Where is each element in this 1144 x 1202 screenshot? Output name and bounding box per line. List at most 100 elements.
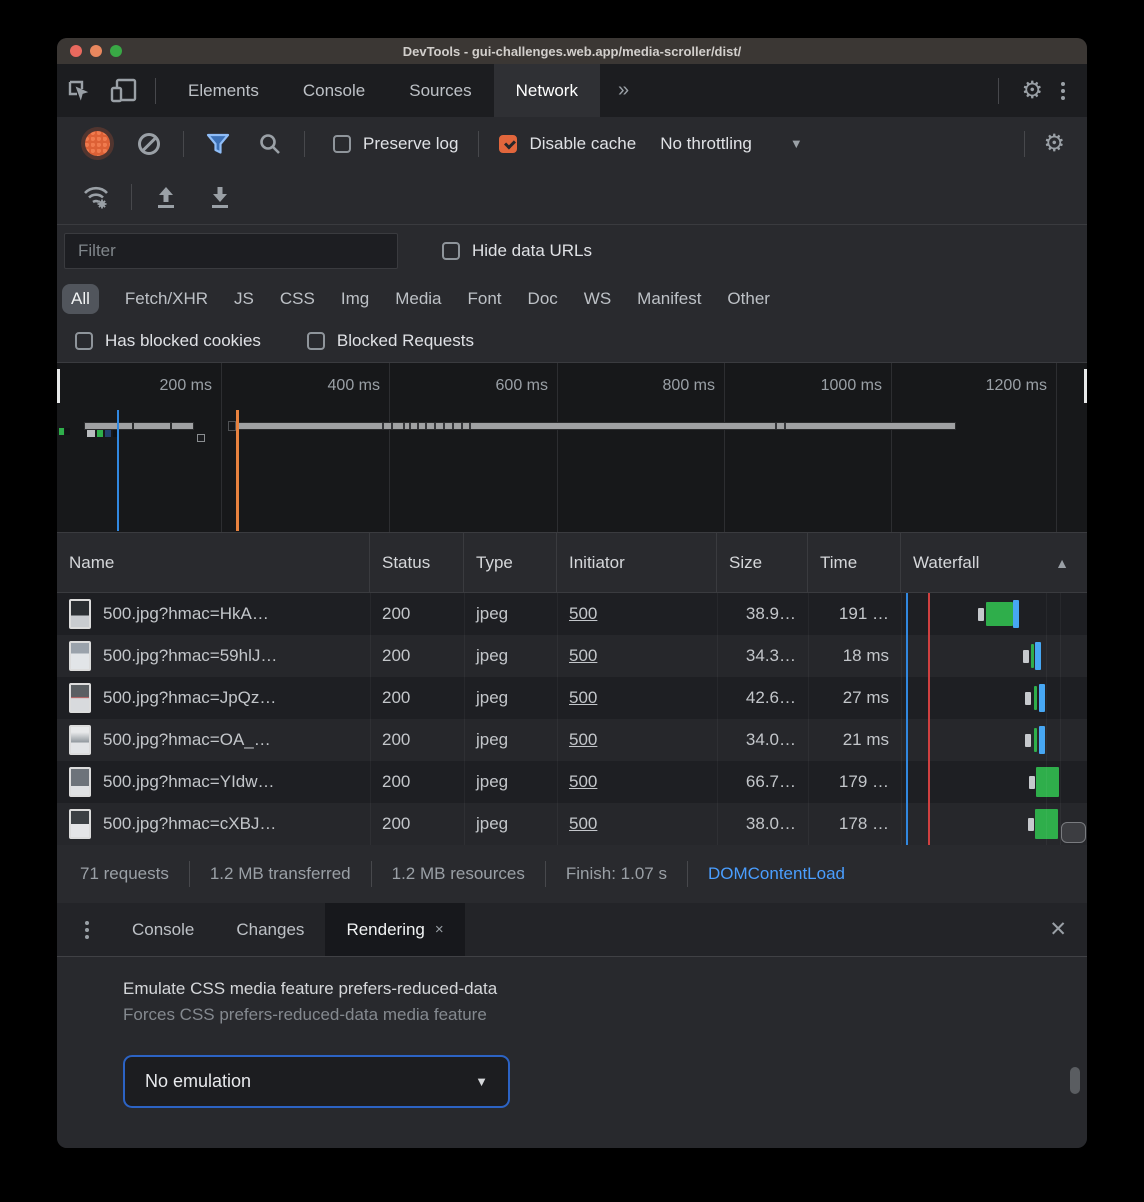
overview-activity-bar: [228, 422, 956, 430]
request-row[interactable]: 500.jpg?hmac=59hlJ…200jpeg50034.3…18 ms: [57, 635, 1087, 677]
prefers-reduced-data-select[interactable]: No emulation ▼: [123, 1055, 510, 1108]
column-header-type[interactable]: Type: [464, 533, 557, 592]
column-header-status[interactable]: Status: [370, 533, 464, 592]
filter-chip-doc[interactable]: Doc: [528, 289, 558, 309]
initiator-link[interactable]: 500: [569, 688, 597, 708]
waterfall-blue-bar: [1039, 726, 1045, 754]
throttling-dropdown[interactable]: No throttling ▼: [650, 134, 817, 154]
network-overview-timeline[interactable]: 200 ms400 ms600 ms800 ms1000 ms1200 ms: [57, 363, 1087, 533]
hide-data-urls-checkbox[interactable]: [442, 242, 460, 260]
close-tab-icon[interactable]: ×: [435, 921, 444, 938]
customize-devtools-icon[interactable]: [1057, 78, 1069, 104]
cell-name: 500.jpg?hmac=59hlJ…: [57, 635, 370, 677]
close-drawer-icon[interactable]: ✕: [1049, 917, 1067, 942]
column-header-time[interactable]: Time: [808, 533, 901, 592]
blocked-requests-toggle[interactable]: Blocked Requests: [293, 331, 488, 351]
device-toolbar-icon[interactable]: [101, 64, 145, 117]
export-har-icon[interactable]: [200, 184, 240, 210]
tab-sources[interactable]: Sources: [387, 64, 493, 117]
overview-bar-tick: [409, 423, 411, 429]
network-conditions-icon[interactable]: [77, 183, 117, 211]
tab-elements[interactable]: Elements: [166, 64, 281, 117]
cell-type: jpeg: [464, 677, 557, 719]
drawer-tab-rendering[interactable]: Rendering×: [325, 903, 464, 956]
network-settings-gear-icon[interactable]: ⚙: [1043, 132, 1065, 156]
overview-range-handle[interactable]: [1084, 369, 1087, 403]
filter-funnel-icon[interactable]: [198, 132, 238, 156]
cell-time: 179 …: [808, 761, 901, 803]
disable-cache-toggle[interactable]: Disable cache: [485, 134, 650, 154]
overview-tick-label: 200 ms: [160, 377, 221, 395]
rendering-scrollbar-thumb[interactable]: [1070, 1067, 1080, 1094]
divider: [131, 184, 132, 210]
maximize-window-button[interactable]: [110, 45, 122, 57]
blocked-requests-checkbox[interactable]: [307, 332, 325, 350]
clear-network-log-icon[interactable]: [129, 133, 169, 155]
table-scrollbar-thumb[interactable]: [1061, 822, 1086, 843]
filter-chip-js[interactable]: JS: [234, 289, 254, 309]
initiator-link[interactable]: 500: [569, 814, 597, 834]
emulate-media-feature-title: Emulate CSS media feature prefers-reduce…: [123, 976, 1087, 1002]
column-gridline: [1060, 593, 1061, 845]
requests-table-header: NameStatusTypeInitiatorSizeTimeWaterfall…: [57, 533, 1087, 593]
filter-chip-font[interactable]: Font: [468, 289, 502, 309]
filter-chip-css[interactable]: CSS: [280, 289, 315, 309]
request-row[interactable]: 500.jpg?hmac=JpQz…200jpeg50042.6…27 ms: [57, 677, 1087, 719]
cell-initiator: 500: [557, 677, 717, 719]
overview-gridline: [389, 363, 390, 532]
has-blocked-cookies-checkbox[interactable]: [75, 332, 93, 350]
initiator-link[interactable]: 500: [569, 604, 597, 624]
waterfall-greenblock-bar: [1036, 767, 1059, 797]
drawer-tab-changes[interactable]: Changes: [215, 903, 325, 956]
column-gridline: [901, 593, 902, 845]
request-row[interactable]: 500.jpg?hmac=OA_…200jpeg50034.0…21 ms: [57, 719, 1087, 761]
minimize-window-button[interactable]: [90, 45, 102, 57]
cell-status: 200: [370, 677, 464, 719]
column-header-initiator[interactable]: Initiator: [557, 533, 717, 592]
filter-chip-manifest[interactable]: Manifest: [637, 289, 701, 309]
cell-initiator: 500: [557, 719, 717, 761]
filter-chip-media[interactable]: Media: [395, 289, 441, 309]
overview-range-handle[interactable]: [57, 369, 60, 403]
cell-name: 500.jpg?hmac=OA_…: [57, 719, 370, 761]
filter-chip-fetchxhr[interactable]: Fetch/XHR: [125, 289, 208, 309]
record-network-log-button[interactable]: [77, 131, 117, 156]
waterfall-green-bar: [1031, 644, 1034, 668]
has-blocked-cookies-toggle[interactable]: Has blocked cookies: [61, 331, 275, 351]
column-header-waterfall[interactable]: Waterfall▲: [901, 533, 1087, 592]
disable-cache-checkbox[interactable]: [499, 135, 517, 153]
filter-chip-img[interactable]: Img: [341, 289, 369, 309]
overview-bar-tick: [403, 423, 405, 429]
more-tabs-button[interactable]: »: [600, 64, 647, 117]
filter-chip-all[interactable]: All: [62, 284, 99, 314]
column-gridline: [808, 593, 809, 845]
request-row[interactable]: 500.jpg?hmac=HkA…200jpeg50038.9…191 …: [57, 593, 1087, 635]
settings-gear-icon[interactable]: ⚙: [1021, 79, 1043, 103]
import-har-icon[interactable]: [146, 184, 186, 210]
hide-data-urls-toggle[interactable]: Hide data URLs: [428, 241, 606, 261]
waterfall-load-line: [928, 593, 930, 845]
filter-input[interactable]: [64, 233, 398, 269]
tab-console[interactable]: Console: [281, 64, 387, 117]
search-icon[interactable]: [250, 132, 290, 156]
column-header-size[interactable]: Size: [717, 533, 808, 592]
initiator-link[interactable]: 500: [569, 730, 597, 750]
summary-divider: [687, 861, 688, 887]
waterfall-tick-bar: [1025, 734, 1031, 747]
initiator-link[interactable]: 500: [569, 772, 597, 792]
tab-network[interactable]: Network: [494, 64, 600, 117]
preserve-log-toggle[interactable]: Preserve log: [319, 134, 472, 154]
overview-gridline: [557, 363, 558, 532]
waterfall-blue-bar: [1035, 642, 1041, 670]
filter-chip-ws[interactable]: WS: [584, 289, 611, 309]
request-row[interactable]: 500.jpg?hmac=cXBJ…200jpeg50038.0…178 …: [57, 803, 1087, 845]
preserve-log-checkbox[interactable]: [333, 135, 351, 153]
drawer-tab-console[interactable]: Console: [111, 903, 215, 956]
drawer-menu-icon[interactable]: [81, 917, 93, 943]
filter-chip-other[interactable]: Other: [727, 289, 770, 309]
request-row[interactable]: 500.jpg?hmac=YIdw…200jpeg50066.7…179 …: [57, 761, 1087, 803]
inspect-element-icon[interactable]: [57, 64, 101, 117]
column-header-name[interactable]: Name: [57, 533, 370, 592]
close-window-button[interactable]: [70, 45, 82, 57]
initiator-link[interactable]: 500: [569, 646, 597, 666]
